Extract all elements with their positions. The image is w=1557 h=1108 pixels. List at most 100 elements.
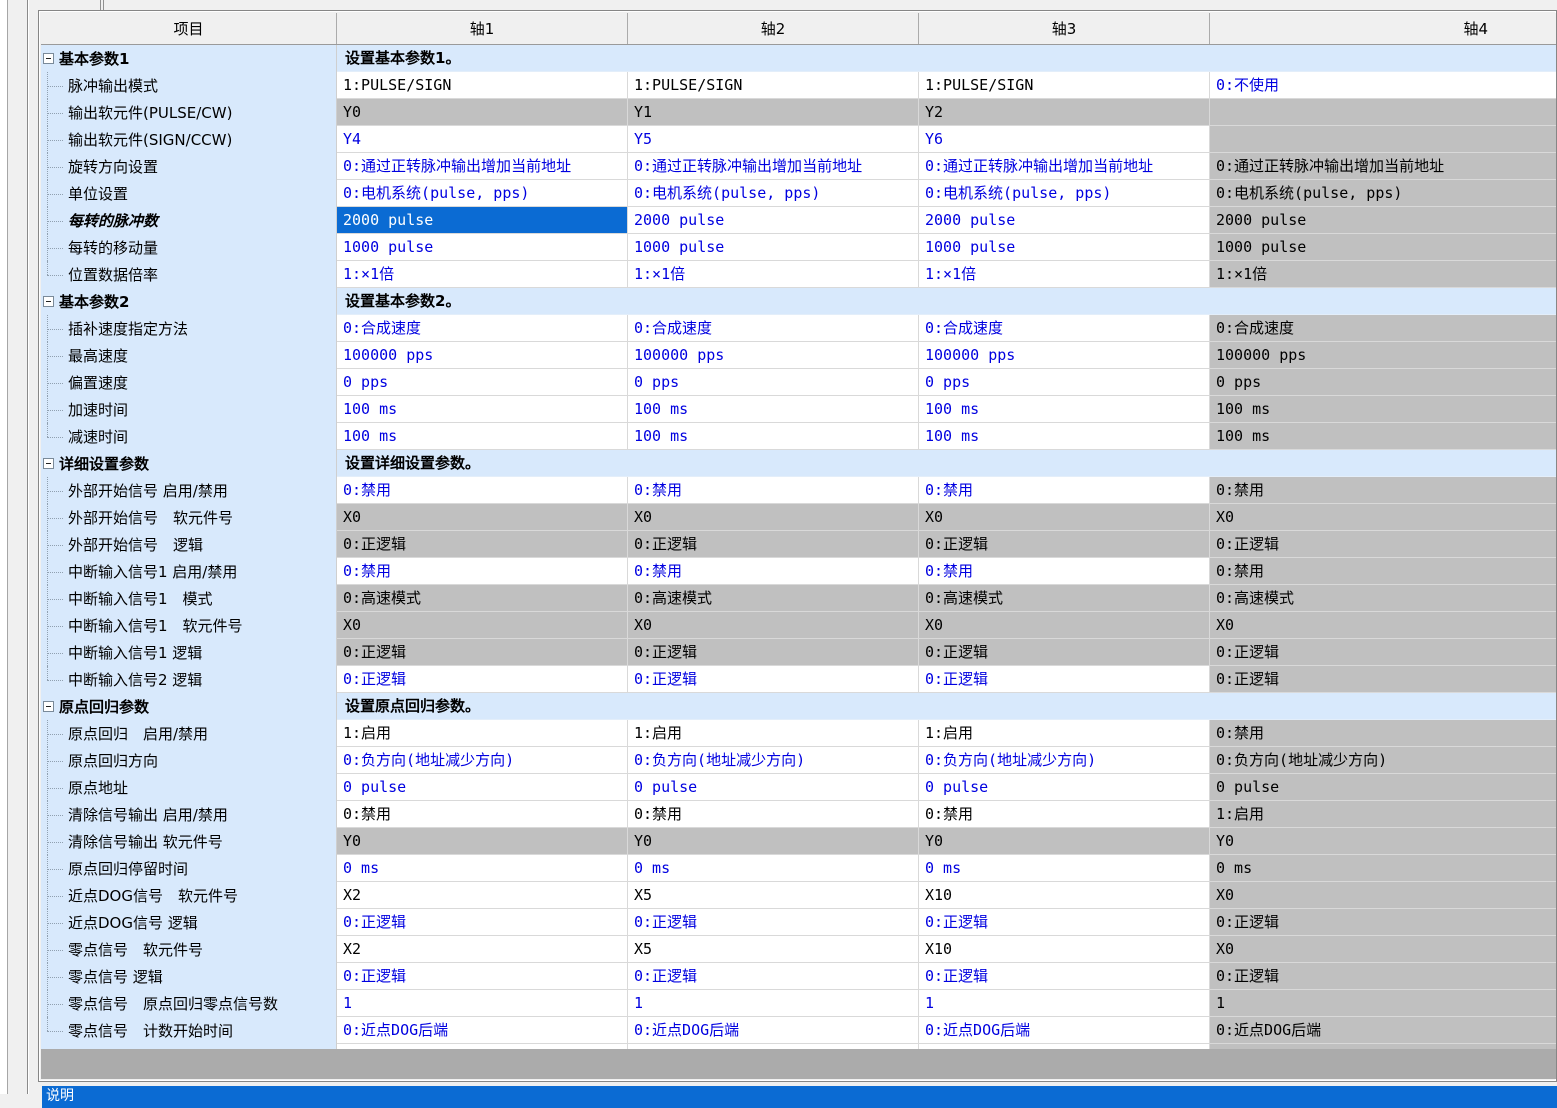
value-cell-axis3[interactable]: Y6 bbox=[919, 126, 1210, 153]
item-label-cell[interactable]: 零点信号 原点回归零点信号数 bbox=[41, 990, 337, 1017]
item-label-cell[interactable]: 偏置速度 bbox=[41, 369, 337, 396]
value-cell-axis2[interactable]: 1000 pulse bbox=[628, 234, 919, 261]
value-cell-axis3[interactable]: 2000 pulse bbox=[919, 207, 1210, 234]
value-cell-axis2[interactable]: 0 pps bbox=[628, 369, 919, 396]
value-cell-axis3[interactable]: 1:PULSE/SIGN bbox=[919, 72, 1210, 99]
value-cell-axis4[interactable]: 0:不使用 bbox=[1210, 72, 1556, 99]
value-cell-axis3[interactable]: 0 pps bbox=[919, 369, 1210, 396]
value-cell-axis3[interactable]: 100 ms bbox=[919, 423, 1210, 450]
value-cell-axis1[interactable]: 100000 pps bbox=[337, 342, 628, 369]
value-cell-axis2[interactable]: 0:正逻辑 bbox=[628, 963, 919, 990]
section-item-cell[interactable]: 基本参数1 bbox=[41, 45, 337, 72]
item-label-cell[interactable]: 原点回归方向 bbox=[41, 747, 337, 774]
value-cell-axis1[interactable]: 1:×1倍 bbox=[337, 261, 628, 288]
value-cell-axis1[interactable]: X2 bbox=[337, 936, 628, 963]
value-cell-axis2[interactable]: 100 ms bbox=[628, 423, 919, 450]
item-label-cell[interactable]: 外部开始信号 软元件号 bbox=[41, 504, 337, 531]
value-cell-axis2[interactable]: 0:通过正转脉冲输出增加当前地址 bbox=[628, 153, 919, 180]
value-cell-axis2[interactable]: 0:近点DOG后端 bbox=[628, 1017, 919, 1044]
value-cell-axis3[interactable]: X10 bbox=[919, 936, 1210, 963]
value-cell-axis1[interactable]: 0:禁用 bbox=[337, 477, 628, 504]
item-label-cell[interactable]: 输出软元件(SIGN/CCW) bbox=[41, 126, 337, 153]
value-cell-axis1[interactable]: 0 pps bbox=[337, 369, 628, 396]
value-cell-axis3[interactable]: 0:正逻辑 bbox=[919, 963, 1210, 990]
value-cell-axis2[interactable]: 0:合成速度 bbox=[628, 315, 919, 342]
item-label-cell[interactable]: 中断输入信号2 逻辑 bbox=[41, 666, 337, 693]
item-label-cell[interactable]: 每转的脉冲数 bbox=[41, 207, 337, 234]
value-cell-axis3[interactable]: 0:合成速度 bbox=[919, 315, 1210, 342]
value-cell-axis3[interactable]: 0:电机系统(pulse, pps) bbox=[919, 180, 1210, 207]
item-label-cell[interactable]: 减速时间 bbox=[41, 423, 337, 450]
value-cell-axis2[interactable]: 0 ms bbox=[628, 855, 919, 882]
value-cell-axis3[interactable]: 100000 pps bbox=[919, 342, 1210, 369]
item-label-cell[interactable]: 外部开始信号 启用/禁用 bbox=[41, 477, 337, 504]
value-cell-axis1[interactable]: 0:正逻辑 bbox=[337, 666, 628, 693]
value-cell-axis3[interactable]: 100 ms bbox=[919, 396, 1210, 423]
value-cell-axis3[interactable]: 0:正逻辑 bbox=[919, 666, 1210, 693]
item-label-cell[interactable]: 原点回归停留时间 bbox=[41, 855, 337, 882]
section-item-cell[interactable]: 基本参数2 bbox=[41, 288, 337, 315]
value-cell-axis3[interactable]: 0 ms bbox=[919, 855, 1210, 882]
value-cell-axis1[interactable]: 0:禁用 bbox=[337, 558, 628, 585]
value-cell-axis3[interactable]: 1 bbox=[919, 990, 1210, 1017]
value-cell-axis3[interactable]: 0:禁用 bbox=[919, 558, 1210, 585]
value-cell-axis1[interactable]: 0:合成速度 bbox=[337, 315, 628, 342]
collapse-toggle-icon[interactable] bbox=[43, 701, 54, 712]
value-cell-axis2[interactable]: 1 bbox=[628, 990, 919, 1017]
item-label-cell[interactable]: 近点DOG信号 逻辑 bbox=[41, 909, 337, 936]
value-cell-axis2[interactable]: 2000 pulse bbox=[628, 207, 919, 234]
item-label-cell[interactable]: 中断输入信号1 启用/禁用 bbox=[41, 558, 337, 585]
value-cell-axis1[interactable]: 0:正逻辑 bbox=[337, 909, 628, 936]
value-cell-axis1[interactable]: 100 ms bbox=[337, 423, 628, 450]
value-cell-axis1[interactable]: 1:启用 bbox=[337, 720, 628, 747]
item-label-cell[interactable]: 位置数据倍率 bbox=[41, 261, 337, 288]
value-cell-axis2[interactable]: Y5 bbox=[628, 126, 919, 153]
section-item-cell[interactable]: 详细设置参数 bbox=[41, 450, 337, 477]
collapse-toggle-icon[interactable] bbox=[43, 53, 54, 64]
item-label-cell[interactable]: 原点地址 bbox=[41, 774, 337, 801]
value-cell-axis2[interactable]: 1:启用 bbox=[628, 720, 919, 747]
value-cell-axis3[interactable]: 0 pulse bbox=[919, 774, 1210, 801]
value-cell-axis3[interactable]: 0:负方向(地址减少方向) bbox=[919, 747, 1210, 774]
value-cell-axis1[interactable]: 0 pulse bbox=[337, 774, 628, 801]
value-cell-axis2[interactable]: 0:禁用 bbox=[628, 801, 919, 828]
item-label-cell[interactable]: 原点回归 启用/禁用 bbox=[41, 720, 337, 747]
value-cell-axis2[interactable]: 0:禁用 bbox=[628, 558, 919, 585]
value-cell-axis2[interactable]: 0:正逻辑 bbox=[628, 909, 919, 936]
collapse-toggle-icon[interactable] bbox=[43, 458, 54, 469]
value-cell-axis2[interactable]: 0:禁用 bbox=[628, 477, 919, 504]
value-cell-axis2[interactable]: X5 bbox=[628, 936, 919, 963]
item-label-cell[interactable]: 中断输入信号1 逻辑 bbox=[41, 639, 337, 666]
item-label-cell[interactable]: 近点DOG信号 软元件号 bbox=[41, 882, 337, 909]
value-cell-axis1[interactable]: X2 bbox=[337, 882, 628, 909]
value-cell-axis2[interactable]: 1:×1倍 bbox=[628, 261, 919, 288]
value-cell-axis1[interactable]: 100 ms bbox=[337, 396, 628, 423]
value-cell-axis2[interactable]: 0:负方向(地址减少方向) bbox=[628, 747, 919, 774]
value-cell-axis3[interactable]: 1:×1倍 bbox=[919, 261, 1210, 288]
value-cell-axis3[interactable]: 0:禁用 bbox=[919, 477, 1210, 504]
value-cell-axis1[interactable]: 2000 pulse bbox=[337, 207, 628, 234]
value-cell-axis2[interactable]: 0:电机系统(pulse, pps) bbox=[628, 180, 919, 207]
value-cell-axis2[interactable]: X5 bbox=[628, 882, 919, 909]
value-cell-axis3[interactable]: 0:禁用 bbox=[919, 801, 1210, 828]
value-cell-axis2[interactable]: 100 ms bbox=[628, 396, 919, 423]
value-cell-axis1[interactable]: 1000 pulse bbox=[337, 234, 628, 261]
value-cell-axis1[interactable]: Y4 bbox=[337, 126, 628, 153]
item-label-cell[interactable]: 加速时间 bbox=[41, 396, 337, 423]
value-cell-axis1[interactable]: 0:近点DOG后端 bbox=[337, 1017, 628, 1044]
value-cell-axis2[interactable]: 1:PULSE/SIGN bbox=[628, 72, 919, 99]
collapse-toggle-icon[interactable] bbox=[43, 296, 54, 307]
value-cell-axis1[interactable]: 0:电机系统(pulse, pps) bbox=[337, 180, 628, 207]
item-label-cell[interactable]: 脉冲输出模式 bbox=[41, 72, 337, 99]
item-label-cell[interactable]: 零点信号 软元件号 bbox=[41, 936, 337, 963]
value-cell-axis3[interactable]: 1:启用 bbox=[919, 720, 1210, 747]
item-label-cell[interactable]: 外部开始信号 逻辑 bbox=[41, 531, 337, 558]
item-label-cell[interactable]: 清除信号输出 软元件号 bbox=[41, 828, 337, 855]
value-cell-axis3[interactable]: 0:近点DOG后端 bbox=[919, 1017, 1210, 1044]
value-cell-axis1[interactable]: 0:禁用 bbox=[337, 801, 628, 828]
value-cell-axis1[interactable]: 0:正逻辑 bbox=[337, 963, 628, 990]
item-label-cell[interactable]: 中断输入信号1 模式 bbox=[41, 585, 337, 612]
value-cell-axis3[interactable]: 0:正逻辑 bbox=[919, 909, 1210, 936]
value-cell-axis1[interactable]: 1:PULSE/SIGN bbox=[337, 72, 628, 99]
item-label-cell[interactable]: 旋转方向设置 bbox=[41, 153, 337, 180]
